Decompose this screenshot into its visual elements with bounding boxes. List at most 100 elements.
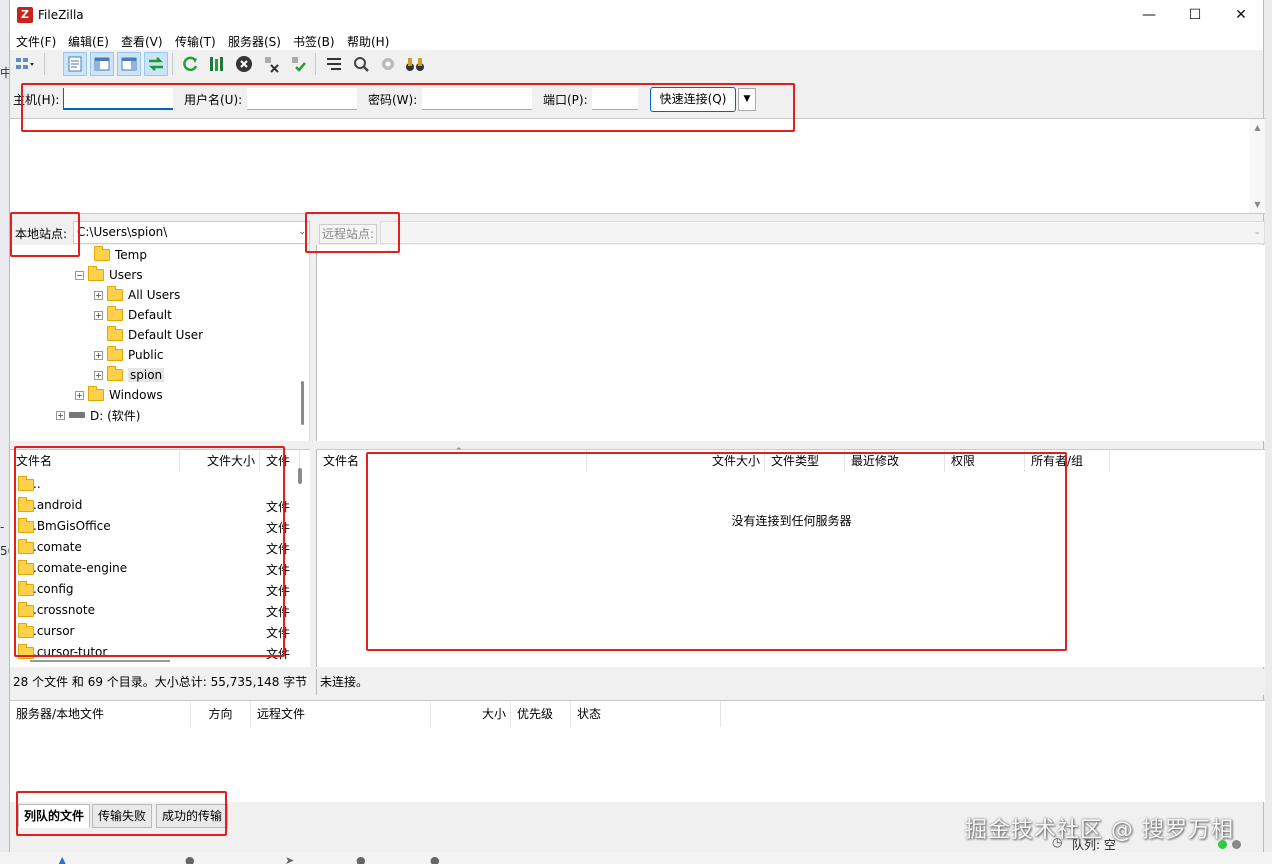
close-button[interactable]: ✕: [1218, 0, 1264, 30]
minimize-button[interactable]: —: [1126, 0, 1172, 30]
menu-file[interactable]: 文件(F): [16, 33, 56, 50]
remote-directory-tree[interactable]: [316, 245, 1265, 441]
tab-queued-files[interactable]: 列队的文件: [18, 804, 91, 828]
column-header-filesize[interactable]: 文件大小: [180, 450, 260, 472]
toggle-transfer-queue-button[interactable]: [144, 52, 168, 76]
file-row[interactable]: .crossnote 文件: [10, 600, 300, 621]
tree-item-selected[interactable]: + spion: [94, 365, 165, 385]
chevron-down-icon[interactable]: ⌄: [298, 222, 306, 243]
folder-icon: [107, 366, 123, 381]
remote-path-combobox[interactable]: ⌄: [380, 221, 1265, 244]
queue-column-server-local-file[interactable]: 服务器/本地文件: [10, 701, 191, 727]
message-log[interactable]: ▲ ▼: [10, 118, 1265, 214]
username-input[interactable]: [247, 88, 357, 110]
folder-icon: [107, 286, 123, 301]
local-path-combobox[interactable]: C:\Users\spion\ ⌄: [73, 221, 310, 244]
tree-item[interactable]: + All Users: [94, 285, 180, 305]
menu-bookmarks[interactable]: 书签(B): [293, 33, 335, 50]
column-header-filetype[interactable]: 文件: [260, 450, 300, 472]
disconnect-button[interactable]: [259, 52, 283, 76]
column-header-permissions[interactable]: 权限: [945, 450, 1025, 472]
tree-item[interactable]: Temp: [94, 245, 147, 265]
file-row[interactable]: .comate 文件: [10, 537, 300, 558]
file-row[interactable]: .comate-engine 文件: [10, 558, 300, 579]
tree-item[interactable]: Default User: [107, 325, 203, 345]
remote-file-list[interactable]: 文件名 ⌃ 文件大小 文件类型 最近修改 权限 所有者/组 没有连接到任何服务器: [316, 447, 1265, 667]
scroll-down-icon[interactable]: ▼: [1250, 200, 1265, 209]
expand-icon[interactable]: +: [94, 310, 103, 320]
tree-item[interactable]: + D: (软件): [56, 405, 140, 425]
reconnect-button[interactable]: [286, 52, 310, 76]
scroll-up-icon[interactable]: ▲: [1250, 123, 1265, 132]
toggle-remote-tree-button[interactable]: [117, 52, 141, 76]
column-header-filesize[interactable]: 文件大小: [587, 450, 765, 472]
toggle-message-log-button[interactable]: [63, 52, 87, 76]
horizontal-scrollbar-thumb[interactable]: [30, 660, 170, 662]
refresh-button[interactable]: [178, 52, 202, 76]
folder-icon: [18, 518, 34, 533]
expand-icon[interactable]: +: [75, 390, 84, 400]
queue-column-size[interactable]: 大小: [431, 701, 511, 727]
quickconnect-button[interactable]: 快速连接(Q): [650, 87, 736, 112]
file-row[interactable]: ..: [10, 474, 300, 495]
column-header-filename[interactable]: 文件名: [317, 450, 587, 472]
collapse-icon[interactable]: −: [75, 270, 84, 280]
search-remote-files-button[interactable]: [403, 52, 427, 76]
transfer-queue[interactable]: 服务器/本地文件 方向 远程文件 大小 优先级 状态: [10, 700, 1265, 802]
menu-edit[interactable]: 编辑(E): [68, 33, 109, 50]
scrollbar-thumb[interactable]: [301, 381, 304, 425]
remote-status: 未连接。: [316, 669, 1265, 695]
folder-icon: [18, 560, 34, 575]
chevron-down-icon[interactable]: ⌄: [1253, 222, 1261, 243]
folder-icon: [107, 306, 123, 321]
menu-view[interactable]: 查看(V): [121, 33, 163, 50]
message-log-scrollbar[interactable]: ▲ ▼: [1250, 119, 1265, 213]
file-row[interactable]: .config 文件: [10, 579, 300, 600]
expand-icon[interactable]: +: [94, 370, 103, 380]
menu-transfer[interactable]: 传输(T): [175, 33, 216, 50]
menu-help[interactable]: 帮助(H): [347, 33, 389, 50]
tab-successful-transfers[interactable]: 成功的传输: [156, 804, 229, 828]
column-header-owner-group[interactable]: 所有者/组: [1025, 450, 1110, 472]
queue-column-status[interactable]: 状态: [571, 701, 721, 727]
site-manager-button[interactable]: [13, 52, 37, 76]
directory-listing-filter-button[interactable]: [322, 52, 346, 76]
tree-item[interactable]: + Windows: [75, 385, 163, 405]
column-header-modified[interactable]: 最近修改: [845, 450, 945, 472]
local-directory-tree[interactable]: Temp − Users + All Users + Default Default …: [10, 245, 310, 441]
maximize-button[interactable]: ☐: [1172, 0, 1218, 30]
transfer-queue-icon: [148, 57, 164, 71]
file-row[interactable]: .cursor 文件: [10, 621, 300, 642]
desktop-background-left: 中 - 56: [0, 0, 15, 864]
queue-column-priority[interactable]: 优先级: [511, 701, 571, 727]
queue-column-remote-file[interactable]: 远程文件: [251, 701, 431, 727]
toggle-sync-browsing-button[interactable]: [349, 52, 373, 76]
expand-icon[interactable]: +: [56, 410, 65, 420]
quickconnect-history-dropdown[interactable]: ▼: [738, 88, 756, 111]
directory-comparison-button[interactable]: [376, 52, 400, 76]
toggle-local-tree-button[interactable]: [90, 52, 114, 76]
cancel-operation-button[interactable]: [232, 52, 256, 76]
process-queue-icon: [210, 57, 223, 71]
file-row[interactable]: .BmGisOffice 文件: [10, 516, 300, 537]
menu-server[interactable]: 服务器(S): [228, 33, 281, 50]
expand-icon[interactable]: +: [94, 350, 103, 360]
local-file-list[interactable]: 文件名 ⌃ 文件大小 文件 .. .android 文件 .BmGisOffice…: [10, 449, 310, 667]
file-list-scrollbar-thumb[interactable]: [298, 468, 302, 484]
file-row[interactable]: .android 文件: [10, 495, 300, 516]
desktop-background-right: [1264, 0, 1272, 864]
tree-item[interactable]: − Users: [75, 265, 143, 285]
expand-icon[interactable]: +: [94, 290, 103, 300]
host-input[interactable]: [63, 88, 173, 110]
queue-column-direction[interactable]: 方向: [191, 701, 251, 727]
password-input[interactable]: [422, 88, 532, 110]
process-queue-button[interactable]: [205, 52, 229, 76]
column-header-filetype[interactable]: 文件类型: [765, 450, 845, 472]
tree-scrollbar[interactable]: [296, 245, 309, 441]
tree-item[interactable]: + Default: [94, 305, 172, 325]
tab-failed-transfers[interactable]: 传输失败: [92, 804, 153, 828]
port-input[interactable]: [592, 88, 638, 110]
password-label: 密码(W):: [368, 93, 418, 107]
folder-icon: [88, 386, 104, 401]
tree-item[interactable]: + Public: [94, 345, 164, 365]
